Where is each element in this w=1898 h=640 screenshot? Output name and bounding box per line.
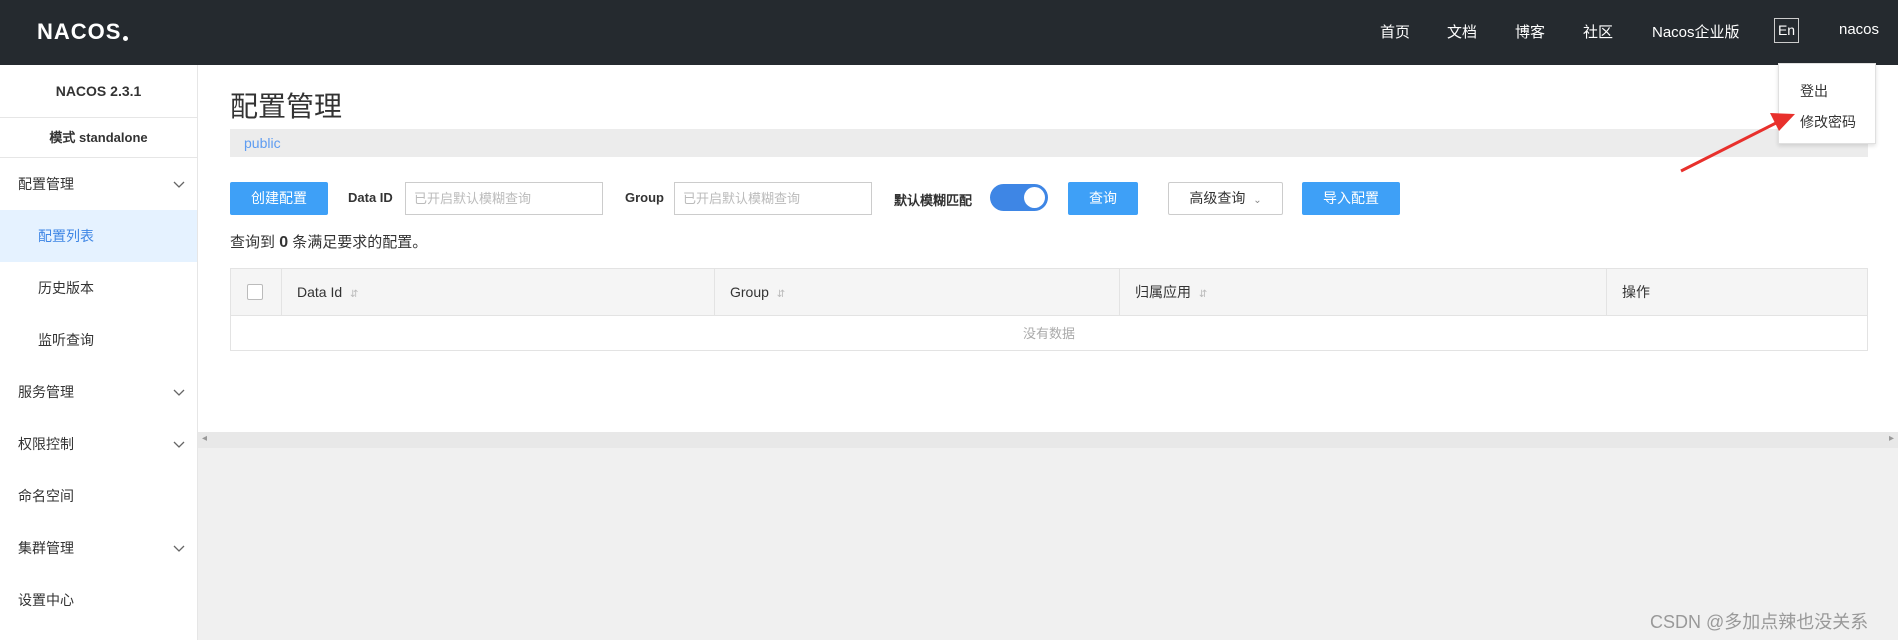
watermark: CSDN @多加点辣也没关系 (1650, 612, 1869, 632)
annotation-arrow-icon (1680, 113, 1795, 173)
